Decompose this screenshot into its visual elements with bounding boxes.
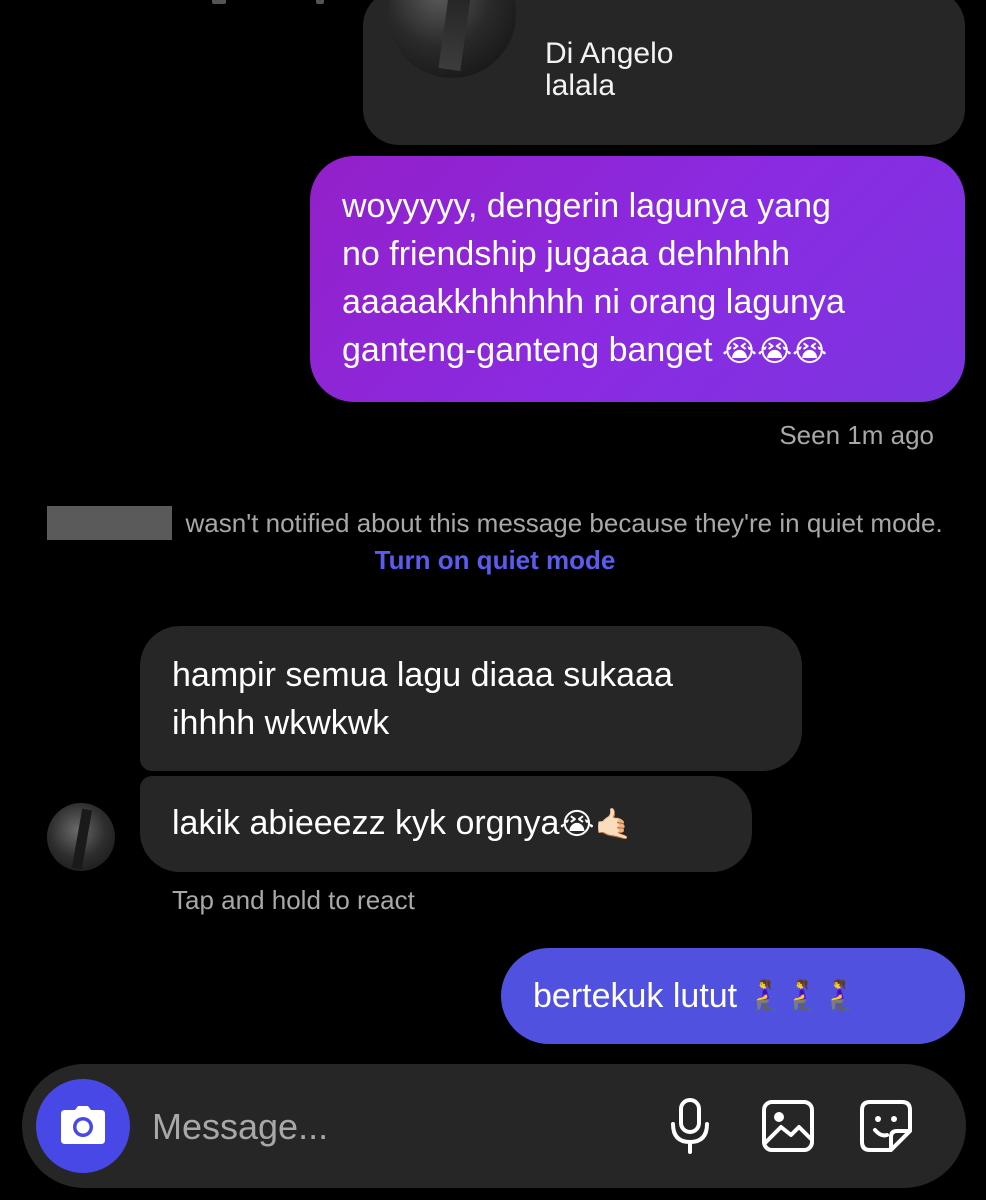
shared-post-avatar [388,0,516,78]
sticker-button[interactable] [856,1096,916,1156]
message-line-text: lakik abieeezz kyk orgnya [172,804,560,842]
chat-screen: Di Angelo lalala woyyyyy, dengerin lagun… [0,0,986,1200]
react-hint: Tap and hold to react [172,885,415,915]
incoming-message-bubble[interactable]: lakik abieeezz kyk orgnya😭🤙🏻 [140,776,752,872]
microphone-icon [671,1098,709,1154]
status-fragment [316,0,324,4]
shared-post-subtitle: lalala [545,69,616,102]
quiet-mode-notice-text: wasn't notified about this message becau… [185,508,943,538]
shared-post-title: Di Angelo [545,37,674,70]
message-line-text: bertekuk lutut [533,977,738,1015]
message-input[interactable] [152,1102,632,1152]
incoming-message-bubble[interactable]: hampir semua lagu diaaa sukaaa ihhhh wkw… [140,626,802,771]
outgoing-message-bubble[interactable]: woyyyyy, dengerin lagunya yang no friend… [310,156,965,402]
status-fragment [212,0,226,4]
gallery-button[interactable] [758,1096,818,1156]
sender-avatar[interactable] [47,803,115,871]
image-gallery-icon [762,1100,814,1152]
message-emoji: 😭🤙🏻 [559,807,632,842]
redacted-username [47,506,173,541]
message-line: woyyyyy, dengerin lagunya yang [342,187,831,225]
seen-status: Seen 1m ago [779,420,934,450]
message-line: hampir semua lagu diaaa sukaaa [172,655,673,694]
camera-icon [61,1106,105,1144]
message-line-text: ganteng-ganteng banget [342,331,713,369]
crying-face-emoji: 😭😭😭 [722,334,828,369]
shared-post-card[interactable]: Di Angelo lalala [363,0,965,145]
message-line: ihhhh wkwkwk [172,703,390,742]
message-line: ganteng-ganteng banget 😭😭😭 [342,326,933,376]
outgoing-message-bubble[interactable]: bertekuk lutut 🧎‍♀️🧎‍♀️🧎‍♀️ [501,948,965,1044]
sticker-icon [860,1100,912,1152]
message-line: aaaaakkhhhhhh ni orang lagunya [342,283,845,321]
microphone-button[interactable] [660,1096,720,1156]
message-line: lakik abieeezz kyk orgnya😭🤙🏻 [172,799,720,849]
camera-button[interactable] [36,1079,130,1173]
quiet-mode-notice: wasn't notified about this message becau… [30,505,960,578]
message-composer [22,1064,966,1188]
turn-on-quiet-mode-link[interactable]: Turn on quiet mode [375,545,616,575]
kneeling-person-emoji: 🧎‍♀️🧎‍♀️🧎‍♀️ [746,978,859,1013]
message-line: no friendship jugaaa dehhhhh [342,235,791,273]
